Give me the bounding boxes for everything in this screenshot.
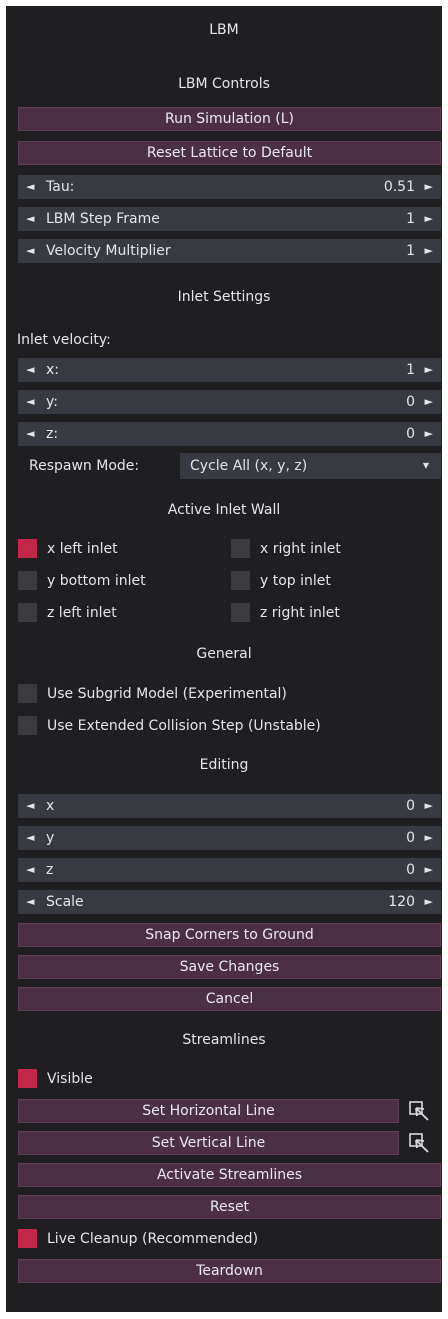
- decrement-arrow-icon[interactable]: ◄: [26, 358, 34, 382]
- increment-arrow-icon[interactable]: ►: [425, 858, 433, 882]
- tau-spinner[interactable]: ◄ Tau: 0.51 ►: [18, 175, 441, 199]
- z-left-inlet-checkbox[interactable]: [18, 603, 37, 622]
- inlet-y-spinner[interactable]: ◄ y: 0 ►: [18, 390, 441, 414]
- inlet-x-value: 1: [406, 362, 415, 378]
- y-top-inlet-label: y top inlet: [260, 573, 331, 589]
- x-left-inlet-checkbox[interactable]: [18, 539, 37, 558]
- set-vertical-line-button[interactable]: Set Vertical Line: [18, 1131, 399, 1155]
- editing-scale-value: 120: [388, 894, 415, 910]
- set-horizontal-line-button[interactable]: Set Horizontal Line: [18, 1099, 399, 1123]
- subgrid-model-label: Use Subgrid Model (Experimental): [47, 686, 287, 702]
- velocity-multiplier-value: 1: [406, 243, 415, 259]
- respawn-mode-label: Respawn Mode:: [29, 458, 140, 474]
- panel-title: LBM: [209, 22, 239, 38]
- inlet-z-label: z:: [46, 426, 59, 442]
- lbm-step-frame-spinner[interactable]: ◄ LBM Step Frame 1 ►: [18, 207, 441, 231]
- x-right-inlet-checkbox[interactable]: [231, 539, 250, 558]
- live-cleanup-label: Live Cleanup (Recommended): [47, 1231, 259, 1247]
- teardown-button[interactable]: Teardown: [18, 1259, 441, 1283]
- y-bottom-inlet-checkbox[interactable]: [18, 571, 37, 590]
- decrement-arrow-icon[interactable]: ◄: [26, 858, 34, 882]
- reset-lattice-button[interactable]: Reset Lattice to Default: [18, 141, 441, 165]
- inlet-z-value: 0: [406, 426, 415, 442]
- increment-arrow-icon[interactable]: ►: [425, 826, 433, 850]
- decrement-arrow-icon[interactable]: ◄: [26, 390, 34, 414]
- decrement-arrow-icon[interactable]: ◄: [26, 890, 34, 914]
- activate-streamlines-button[interactable]: Activate Streamlines: [18, 1163, 441, 1187]
- cancel-button[interactable]: Cancel: [18, 987, 441, 1011]
- editing-y-label: y: [46, 830, 55, 846]
- x-left-inlet-label: x left inlet: [47, 541, 118, 557]
- editing-heading: Editing: [199, 757, 249, 773]
- lbm-step-frame-label: LBM Step Frame: [46, 211, 160, 227]
- increment-arrow-icon[interactable]: ►: [425, 358, 433, 382]
- tau-label: Tau:: [46, 179, 75, 195]
- editing-x-label: x: [46, 798, 55, 814]
- decrement-arrow-icon[interactable]: ◄: [26, 207, 34, 231]
- cursor-picker-icon[interactable]: [407, 1099, 435, 1123]
- inlet-y-value: 0: [406, 394, 415, 410]
- live-cleanup-checkbox[interactable]: [18, 1229, 37, 1248]
- z-left-inlet-label: z left inlet: [47, 605, 117, 621]
- velocity-multiplier-label: Velocity Multiplier: [46, 243, 171, 259]
- editing-y-spinner[interactable]: ◄ y 0 ►: [18, 826, 441, 850]
- respawn-mode-value: Cycle All (x, y, z): [190, 458, 308, 474]
- reset-streamlines-button[interactable]: Reset: [18, 1195, 441, 1219]
- inlet-z-spinner[interactable]: ◄ z: 0 ►: [18, 422, 441, 446]
- subgrid-model-checkbox[interactable]: [18, 684, 37, 703]
- lbm-panel: LBM LBM Controls Run Simulation (L) Rese…: [6, 6, 442, 1312]
- inlet-velocity-label: Inlet velocity:: [17, 332, 111, 348]
- z-right-inlet-checkbox[interactable]: [231, 603, 250, 622]
- tau-value: 0.51: [383, 179, 415, 195]
- streamlines-heading: Streamlines: [182, 1032, 266, 1048]
- editing-y-value: 0: [406, 830, 415, 846]
- decrement-arrow-icon[interactable]: ◄: [26, 239, 34, 263]
- chevron-down-icon: ▼: [422, 461, 429, 470]
- editing-scale-spinner[interactable]: ◄ Scale 120 ►: [18, 890, 441, 914]
- editing-x-value: 0: [406, 798, 415, 814]
- extended-collision-checkbox[interactable]: [18, 716, 37, 735]
- lbm-step-frame-value: 1: [406, 211, 415, 227]
- increment-arrow-icon[interactable]: ►: [425, 422, 433, 446]
- inlet-x-spinner[interactable]: ◄ x: 1 ►: [18, 358, 441, 382]
- decrement-arrow-icon[interactable]: ◄: [26, 794, 34, 818]
- increment-arrow-icon[interactable]: ►: [425, 239, 433, 263]
- increment-arrow-icon[interactable]: ►: [425, 890, 433, 914]
- editing-z-label: z: [46, 862, 54, 878]
- visible-label: Visible: [47, 1071, 93, 1087]
- decrement-arrow-icon[interactable]: ◄: [26, 826, 34, 850]
- inlet-y-label: y:: [46, 394, 58, 410]
- z-right-inlet-label: z right inlet: [260, 605, 340, 621]
- editing-x-spinner[interactable]: ◄ x 0 ►: [18, 794, 441, 818]
- inlet-x-label: x:: [46, 362, 60, 378]
- editing-z-value: 0: [406, 862, 415, 878]
- inlet-settings-heading: Inlet Settings: [177, 289, 271, 305]
- velocity-multiplier-spinner[interactable]: ◄ Velocity Multiplier 1 ►: [18, 239, 441, 263]
- snap-corners-button[interactable]: Snap Corners to Ground: [18, 923, 441, 947]
- increment-arrow-icon[interactable]: ►: [425, 390, 433, 414]
- y-bottom-inlet-label: y bottom inlet: [47, 573, 146, 589]
- cursor-picker-icon[interactable]: [407, 1131, 435, 1155]
- save-changes-button[interactable]: Save Changes: [18, 955, 441, 979]
- respawn-mode-select[interactable]: Cycle All (x, y, z) ▼: [180, 453, 441, 479]
- extended-collision-label: Use Extended Collision Step (Unstable): [47, 718, 321, 734]
- lbm-controls-heading: LBM Controls: [178, 76, 270, 92]
- active-inlet-wall-heading: Active Inlet Wall: [167, 502, 281, 518]
- visible-checkbox[interactable]: [18, 1069, 37, 1088]
- run-simulation-button[interactable]: Run Simulation (L): [18, 107, 441, 131]
- y-top-inlet-checkbox[interactable]: [231, 571, 250, 590]
- decrement-arrow-icon[interactable]: ◄: [26, 422, 34, 446]
- decrement-arrow-icon[interactable]: ◄: [26, 175, 34, 199]
- general-heading: General: [196, 646, 252, 662]
- increment-arrow-icon[interactable]: ►: [425, 175, 433, 199]
- editing-scale-label: Scale: [46, 894, 84, 910]
- x-right-inlet-label: x right inlet: [260, 541, 341, 557]
- increment-arrow-icon[interactable]: ►: [425, 794, 433, 818]
- increment-arrow-icon[interactable]: ►: [425, 207, 433, 231]
- editing-z-spinner[interactable]: ◄ z 0 ►: [18, 858, 441, 882]
